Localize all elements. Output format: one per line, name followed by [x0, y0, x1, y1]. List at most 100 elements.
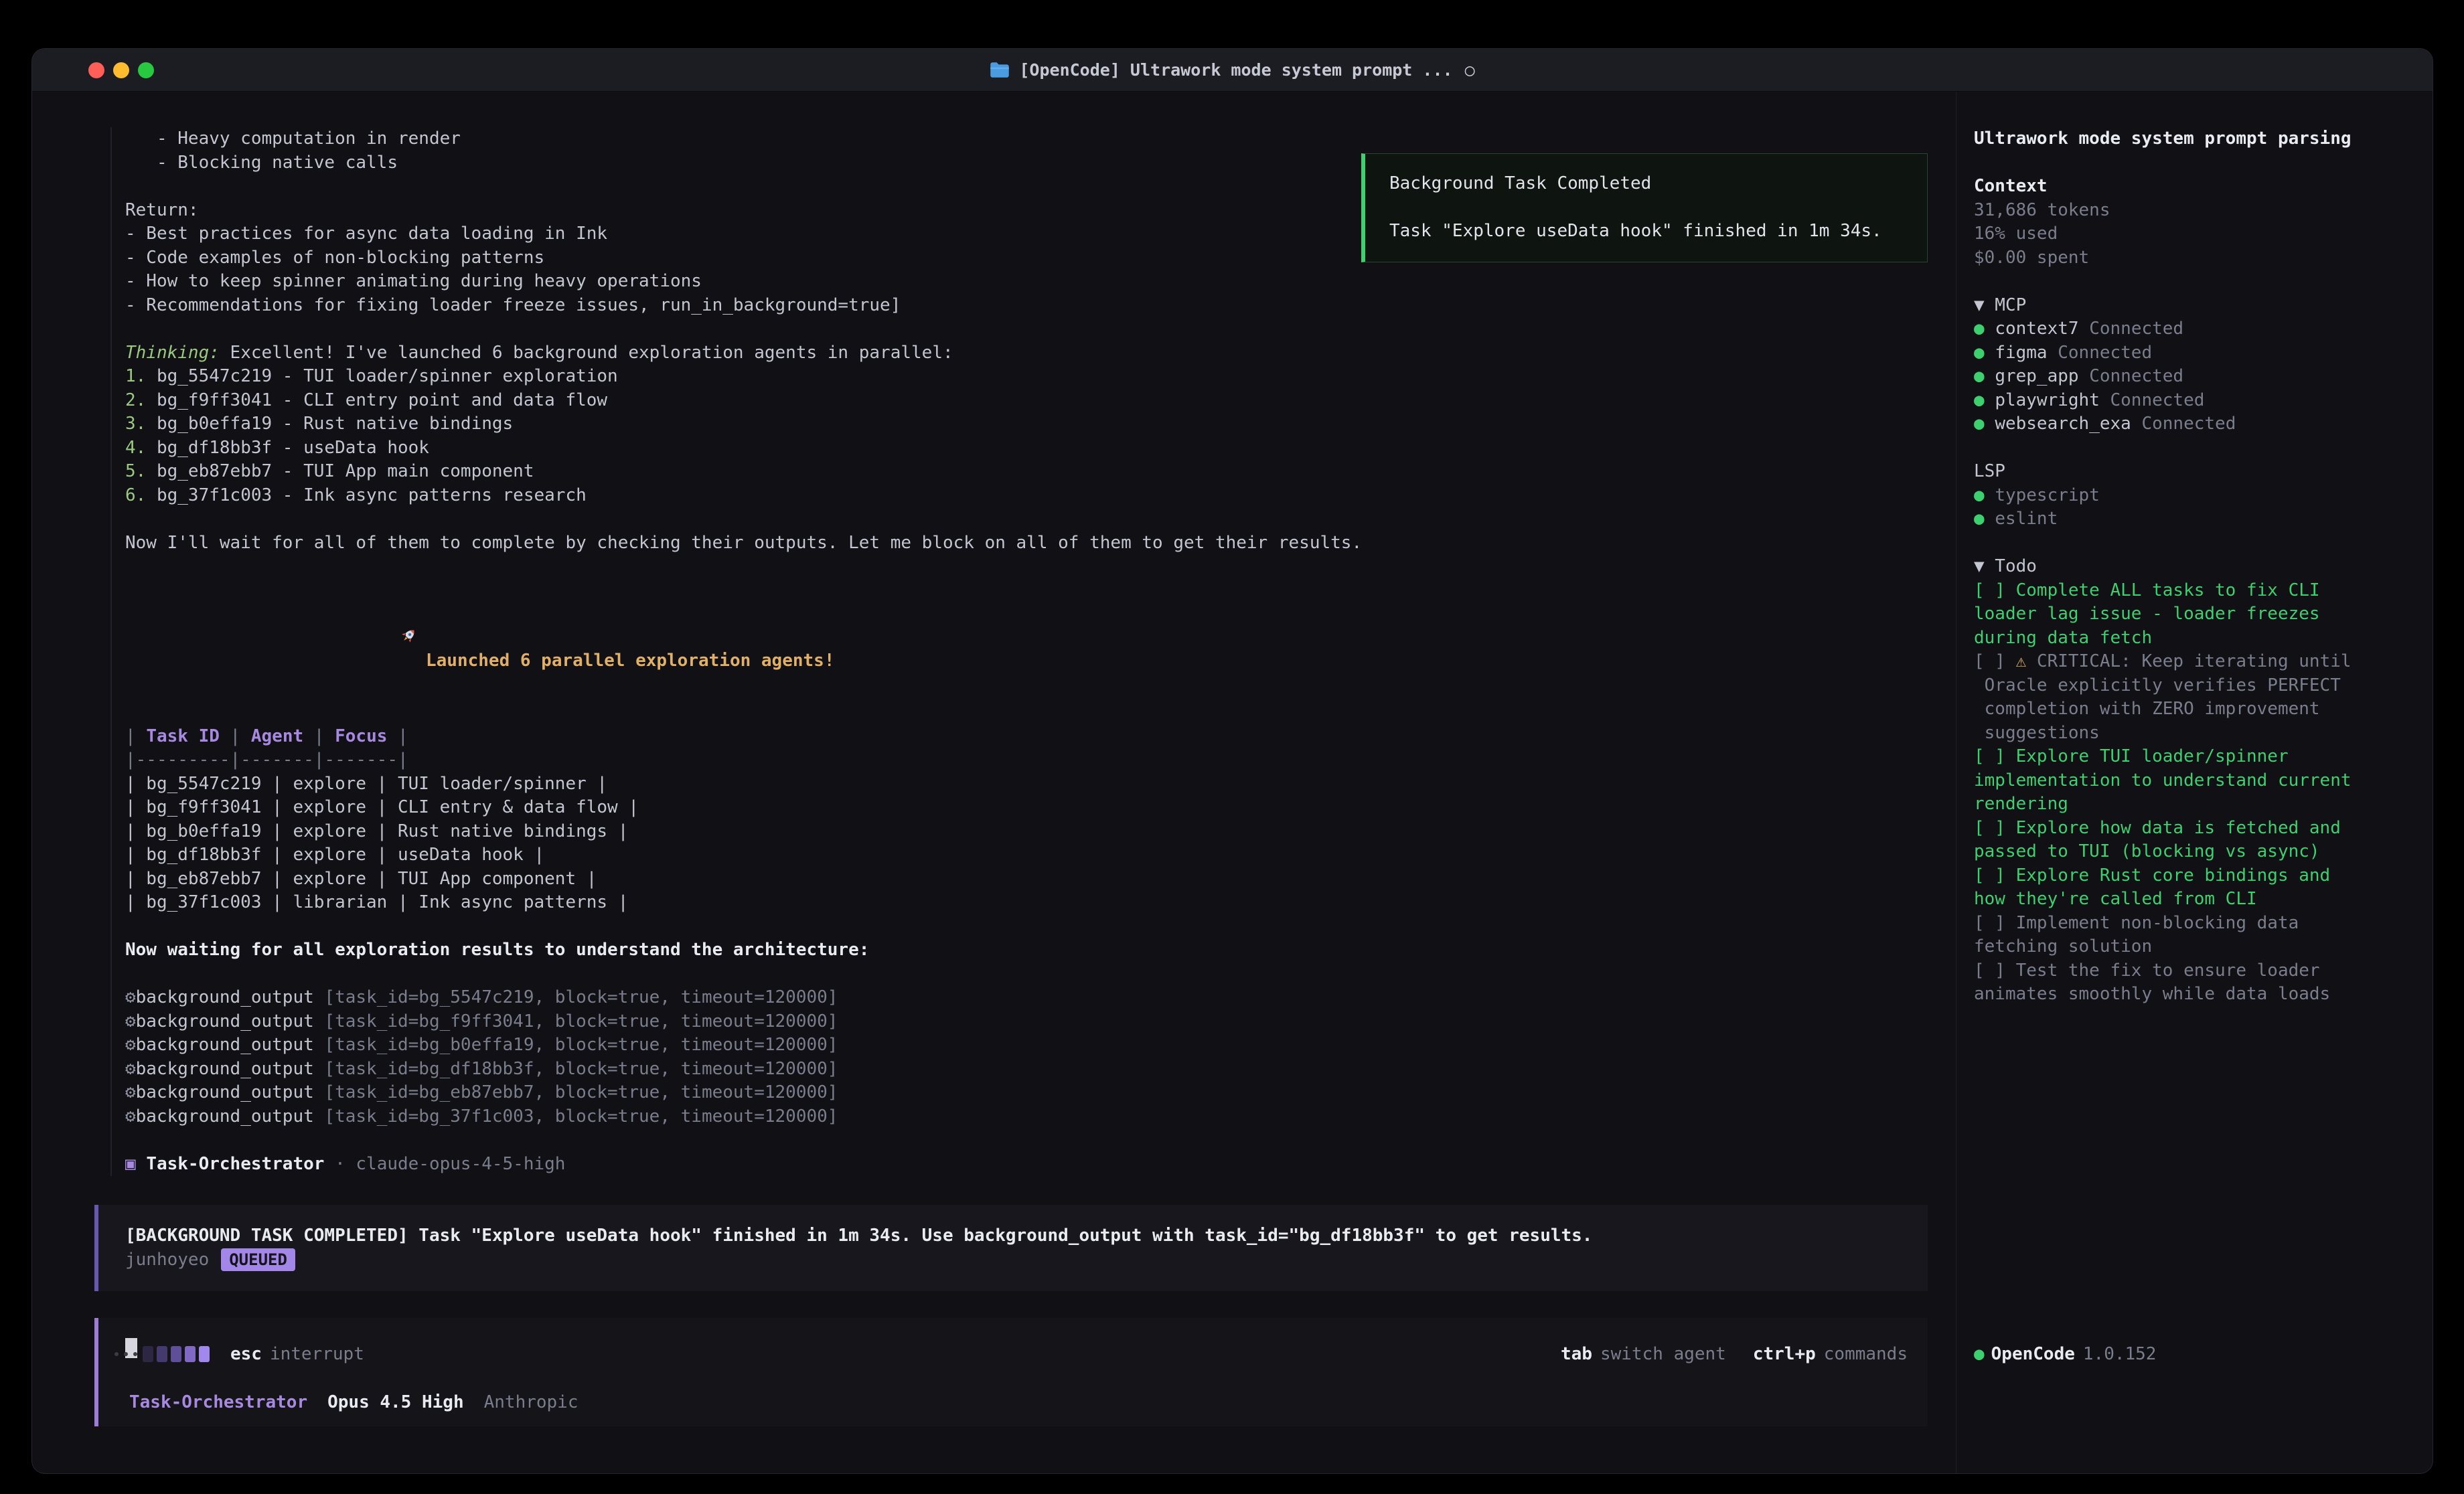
input-footer: Task-Orchestrator Opus 4.5 High Anthropi… — [129, 1391, 579, 1415]
status-bar: esc interrupt tab switch agent ctrl+p co… — [94, 1341, 1928, 1367]
progress-segment — [185, 1346, 196, 1362]
text-line: 6. bg_37f1c003 - Ink async patterns rese… — [125, 484, 1928, 508]
text-line: 1. bg_5547c219 - TUI loader/spinner expl… — [125, 365, 1928, 389]
text-line: ● context7 Connected — [1974, 317, 2419, 341]
sidebar-footer: ● OpenCode 1.0.152 — [1974, 1341, 2156, 1367]
context-spent: $0.00 spent — [1974, 246, 2419, 270]
text-line: | bg_b0effa19 | explore | Rust native bi… — [125, 820, 1928, 844]
mcp-section: ▼ MCP ● context7 Connected● figma Connec… — [1974, 294, 2419, 436]
folder-icon — [990, 62, 1010, 78]
window-title: [OpenCode] Ultrawork mode system prompt … — [990, 60, 1474, 80]
context-section: Context 31,686 tokens 16% used $0.00 spe… — [1974, 175, 2419, 270]
tab-key-hint: tab — [1561, 1344, 1592, 1364]
context-heading: Context — [1974, 175, 2419, 199]
progress-segment — [143, 1346, 153, 1362]
background-completed-message: [BACKGROUND TASK COMPLETED] Task "Explor… — [94, 1205, 1928, 1291]
text-line: loader lag issue - loader freezes — [1974, 602, 2419, 627]
text-line: - How to keep spinner animating during h… — [125, 270, 1928, 294]
switch-agent-label: switch agent — [1600, 1344, 1726, 1364]
text-line: [ ] Explore Rust core bindings and — [1974, 864, 2419, 888]
text-line: | bg_5547c219 | explore | TUI loader/spi… — [125, 772, 1928, 797]
lsp-section-header: LSP — [1974, 460, 2419, 484]
text-line: | bg_37f1c003 | librarian | Ink async pa… — [125, 891, 1928, 915]
ctrlp-key-hint: ctrl+p — [1753, 1344, 1816, 1364]
spinner-dot — [124, 1352, 128, 1356]
text-line: animates smoothly while data loads — [1974, 983, 2419, 1007]
todo-list: [ ] Complete ALL tasks to fix CLIloader … — [1974, 579, 2419, 1007]
progress-segment — [157, 1346, 167, 1362]
text-line: fetching solution — [1974, 935, 2419, 959]
maximize-button[interactable] — [138, 62, 154, 78]
text-line — [125, 555, 1928, 579]
username: junhoyeo — [125, 1248, 209, 1272]
text-line: ● websearch_exa Connected — [1974, 412, 2419, 436]
status-dot-icon: ● — [1974, 1341, 1985, 1367]
terminal-window: [OpenCode] Ultrawork mode system prompt … — [31, 48, 2433, 1474]
lsp-section: LSP ● typescript● eslint — [1974, 460, 2419, 531]
text-line: | bg_f9ff3041 | explore | CLI entry & da… — [125, 796, 1928, 820]
text-line — [125, 317, 1928, 341]
text-line: suggestions — [1974, 722, 2419, 746]
text-line: [ ] Test the fix to ensure loader — [1974, 959, 2419, 983]
text-line: Now I'll wait for all of them to complet… — [125, 531, 1928, 556]
text-line: Now waiting for all exploration results … — [125, 938, 1928, 963]
text-line: ▣ Task-Orchestrator · claude-opus-4-5-hi… — [125, 1153, 1928, 1177]
text-line: 5. bg_eb87ebb7 - TUI App main component — [125, 460, 1928, 484]
text-line: ● eslint — [1974, 507, 2419, 531]
launch-line: Launched 6 parallel exploration agents! — [125, 579, 1928, 701]
text-line: during data fetch — [1974, 627, 2419, 651]
todo-section: ▼ Todo [ ] Complete ALL tasks to fix CLI… — [1974, 555, 2419, 1007]
text-line: completion with ZERO improvement — [1974, 697, 2419, 722]
text-line: |---------|-------|-------| — [125, 748, 1928, 772]
app-name: OpenCode — [1991, 1341, 2075, 1367]
mcp-section-header[interactable]: ▼ MCP — [1974, 294, 2419, 318]
agent-name[interactable]: Task-Orchestrator — [129, 1391, 307, 1415]
text-line: Thinking: Excellent! I've launched 6 bac… — [125, 341, 1928, 365]
queued-badge: QUEUED — [221, 1248, 295, 1271]
prompt-input[interactable]: Task-Orchestrator Opus 4.5 High Anthropi… — [94, 1318, 1928, 1426]
window-controls — [88, 49, 154, 91]
interrupt-label: interrupt — [270, 1344, 364, 1364]
status-left: esc interrupt — [114, 1344, 364, 1364]
text-line: ⚙background_output [task_id=bg_eb87ebb7,… — [125, 1081, 1928, 1105]
text-line: 3. bg_b0effa19 - Rust native bindings — [125, 412, 1928, 436]
title-indicator-icon: ○ — [1465, 60, 1475, 80]
chat-transcript[interactable]: - Heavy computation in render - Blocking… — [110, 127, 1928, 1176]
todo-section-header[interactable]: ▼ Todo — [1974, 555, 2419, 579]
mcp-server-list: ● context7 Connected● figma Connected● g… — [1974, 317, 2419, 436]
completed-message-text: [BACKGROUND TASK COMPLETED] Task "Explor… — [125, 1224, 1901, 1248]
provider-name: Anthropic — [484, 1391, 579, 1415]
text-line: [ ] ⚠ CRITICAL: Keep iterating until — [1974, 650, 2419, 674]
model-name[interactable]: Opus 4.5 High — [327, 1391, 464, 1415]
spinner-dot — [133, 1352, 137, 1356]
text-line — [125, 701, 1928, 725]
text-line: Oracle explicitly verifies PERFECT — [1974, 674, 2419, 698]
text-line: passed to TUI (blocking vs async) — [1974, 840, 2419, 864]
text-line: ⚙background_output [task_id=bg_b0effa19,… — [125, 1033, 1928, 1058]
text-line: ⚙background_output [task_id=bg_5547c219,… — [125, 986, 1928, 1010]
minimize-button[interactable] — [113, 62, 129, 78]
text-line: ● playwright Connected — [1974, 389, 2419, 413]
lsp-server-list: ● typescript● eslint — [1974, 484, 2419, 531]
text-line: - Heavy computation in render — [125, 127, 1928, 151]
context-used: 16% used — [1974, 222, 2419, 246]
progress-segment — [199, 1346, 210, 1362]
rocket-icon — [251, 602, 418, 677]
text-line: ● typescript — [1974, 484, 2419, 508]
text-line: | bg_eb87ebb7 | explore | TUI App compon… — [125, 867, 1928, 892]
chat-pane: Background Task Completed Task "Explore … — [32, 92, 1956, 1473]
text-line: ⚙background_output [task_id=bg_37f1c003,… — [125, 1105, 1928, 1129]
text-line: | Task ID | Agent | Focus | — [125, 725, 1928, 749]
text-line: [ ] Complete ALL tasks to fix CLI — [1974, 579, 2419, 603]
sidebar: Ultrawork mode system prompt parsing Con… — [1956, 92, 2433, 1473]
spinner-dot — [114, 1352, 119, 1356]
text-line — [125, 507, 1928, 531]
close-button[interactable] — [88, 62, 104, 78]
text-line: [ ] Explore TUI loader/spinner — [1974, 745, 2419, 769]
text-line: 4. bg_df18bb3f - useData hook — [125, 436, 1928, 461]
progress-segment — [171, 1346, 181, 1362]
text-line: [ ] Implement non-blocking data — [1974, 912, 2419, 936]
text-line: | bg_df18bb3f | explore | useData hook | — [125, 843, 1928, 867]
text-line: rendering — [1974, 793, 2419, 817]
text-line: [ ] Explore how data is fetched and — [1974, 817, 2419, 841]
